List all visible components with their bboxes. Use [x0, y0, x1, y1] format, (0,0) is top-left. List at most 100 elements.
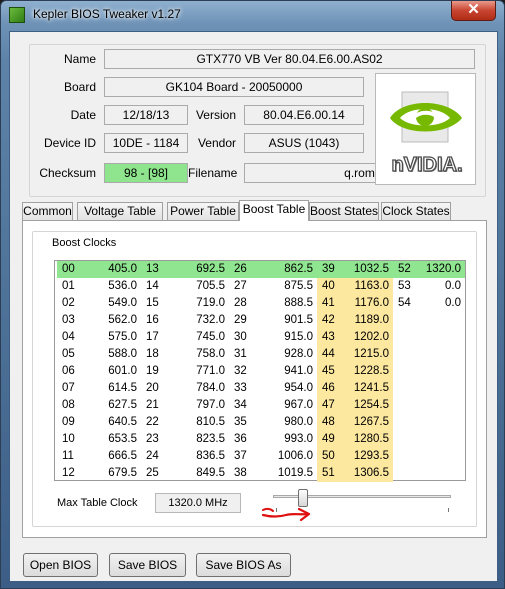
boost-entry-clock[interactable]: 1202.0	[337, 329, 393, 346]
boost-entry-clock[interactable]: 901.5	[269, 312, 317, 329]
boost-entry-clock[interactable]: 1032.5	[337, 261, 393, 278]
boost-entry-index: 02	[62, 297, 75, 309]
grid-index-column: 00 01 02 03 04 05 06 07 08 09 10 11 12	[57, 261, 95, 480]
boost-entry-clock[interactable]: 836.5	[181, 448, 229, 465]
save-bios-button[interactable]: Save BIOS	[109, 553, 186, 577]
boost-entry-clock[interactable]: 823.5	[181, 431, 229, 448]
boost-entry-clock[interactable]: 1163.0	[337, 278, 393, 295]
boost-entry-clock[interactable]: 1189.0	[337, 312, 393, 329]
boost-entry-clock[interactable]: 536.0	[95, 278, 141, 295]
date-label: Date	[70, 108, 96, 122]
boost-entry-clock[interactable]: 705.5	[181, 278, 229, 295]
boost-entry-clock[interactable]: 640.5	[95, 414, 141, 431]
boost-entry-clock[interactable]: 549.0	[95, 295, 141, 312]
boost-entry-clock[interactable]: 1019.5	[269, 465, 317, 482]
title-bar[interactable]: Kepler BIOS Tweaker v1.27 ✕	[1, 1, 504, 29]
version-label: Version	[195, 108, 236, 122]
boost-entry-clock[interactable]: 993.0	[269, 431, 317, 448]
boost-entry-clock[interactable]: 562.0	[95, 312, 141, 329]
open-bios-button[interactable]: Open BIOS	[23, 553, 98, 577]
boost-entry-clock[interactable]: 980.0	[269, 414, 317, 431]
app-icon	[9, 7, 25, 23]
boost-entry-clock[interactable]: 797.0	[181, 397, 229, 414]
nvidia-eye-icon	[390, 91, 462, 143]
boost-entry-clock[interactable]: 653.5	[95, 431, 141, 448]
boost-entry-clock[interactable]: 928.0	[269, 346, 317, 363]
boost-entry-clock[interactable]: 771.0	[181, 363, 229, 380]
boost-entry-clock[interactable]: 614.5	[95, 380, 141, 397]
date-field[interactable]: 12/18/13	[104, 105, 188, 125]
boost-entry-clock[interactable]: 692.5	[181, 261, 229, 278]
boost-entry-clock[interactable]: 1280.5	[337, 431, 393, 448]
vendor-field[interactable]: ASUS (1043)	[244, 133, 364, 153]
boost-entry-index: 24	[146, 450, 159, 462]
boost-entry-clock[interactable]: 941.0	[269, 363, 317, 380]
boost-entry-index: 17	[146, 331, 159, 343]
boost-entry-clock[interactable]: 1267.5	[337, 414, 393, 431]
boost-entry-clock[interactable]: 1306.5	[337, 465, 393, 482]
boost-entry-index: 08	[62, 399, 75, 411]
boost-entry-clock[interactable]: 784.0	[181, 380, 229, 397]
boost-entry-index: 53	[398, 280, 411, 292]
board-field[interactable]: GK104 Board - 20050000	[104, 77, 364, 97]
boost-entry-clock[interactable]: 719.0	[181, 295, 229, 312]
boost-entry-clock[interactable]: 1241.5	[337, 380, 393, 397]
boost-entry-clock[interactable]: 666.5	[95, 448, 141, 465]
boost-entry-index: 36	[234, 433, 247, 445]
boost-entry-clock[interactable]: 1215.0	[337, 346, 393, 363]
boost-entry-clock[interactable]: 810.5	[181, 414, 229, 431]
tab-boost-table[interactable]: Boost Table	[239, 200, 309, 221]
boost-entry-clock[interactable]: 601.0	[95, 363, 141, 380]
tab-voltage-table[interactable]: Voltage Table	[77, 202, 163, 220]
tab-common[interactable]: Common	[22, 202, 73, 220]
boost-entry-clock[interactable]: 849.5	[181, 465, 229, 482]
boost-entry-index: 39	[317, 261, 337, 278]
boost-entry-clock[interactable]: 862.5	[269, 261, 317, 278]
boost-entry-clock[interactable]: 1254.5	[337, 397, 393, 414]
nvidia-logo: nVIDIA.	[375, 73, 476, 185]
grid-value-column: 1032.5 1163.0 1176.0 1189.0 1202.0 1215.0 1228…	[337, 261, 393, 482]
boost-entry-clock[interactable]: 875.5	[269, 278, 317, 295]
boost-entry-clock[interactable]: 1006.0	[269, 448, 317, 465]
boost-entry-index: 41	[317, 295, 337, 312]
close-button[interactable]: ✕	[451, 1, 496, 21]
boost-clock-grid[interactable]: 00 01 02 03 04 05 06 07 08 09 10 11 12 405.0 536.0 549.…	[54, 260, 466, 482]
name-field[interactable]: GTX770 VB Ver 80.04.E6.00.AS02	[104, 49, 475, 69]
boost-entry-index: 28	[234, 297, 247, 309]
boost-entry-index: 25	[146, 467, 159, 479]
boost-entry-index: 49	[317, 431, 337, 448]
boost-entry-clock[interactable]: 1228.5	[337, 363, 393, 380]
boost-entry-clock[interactable]: 0.0	[419, 278, 465, 295]
boost-entry-clock[interactable]: 915.0	[269, 329, 317, 346]
boost-entry-clock[interactable]: 967.0	[269, 397, 317, 414]
boost-entry-clock[interactable]: 732.0	[181, 312, 229, 329]
boost-entry-clock[interactable]: 575.0	[95, 329, 141, 346]
tab-boost-states[interactable]: Boost States	[309, 202, 379, 220]
boost-entry-index: 35	[234, 416, 247, 428]
boost-entry-clock[interactable]: 745.0	[181, 329, 229, 346]
save-bios-as-button[interactable]: Save BIOS As	[196, 553, 291, 577]
boost-entry-clock[interactable]: 588.0	[95, 346, 141, 363]
boost-entry-clock[interactable]: 1176.0	[337, 295, 393, 312]
boost-entry-index: 32	[234, 365, 247, 377]
boost-entry-clock[interactable]: 1320.0	[419, 261, 465, 278]
boost-entry-index: 04	[62, 331, 75, 343]
window-title: Kepler BIOS Tweaker v1.27	[33, 7, 181, 21]
checksum-field[interactable]: 98 - [98]	[104, 163, 188, 183]
boost-entry-clock[interactable]: 954.0	[269, 380, 317, 397]
tab-clock-states[interactable]: Clock States	[381, 202, 451, 220]
tab-power-table[interactable]: Power Table	[167, 202, 239, 220]
grid-index-column: 52 53 54	[393, 261, 419, 480]
boost-entry-clock[interactable]: 758.0	[181, 346, 229, 363]
version-field[interactable]: 80.04.E6.00.14	[244, 105, 364, 125]
boost-entry-clock[interactable]: 679.5	[95, 465, 141, 482]
boost-entry-clock[interactable]: 405.0	[95, 261, 141, 278]
boost-entry-clock[interactable]: 627.5	[95, 397, 141, 414]
boost-entry-clock[interactable]: 888.5	[269, 295, 317, 312]
boost-entry-clock[interactable]: 0.0	[419, 295, 465, 312]
boost-entry-index: 38	[234, 467, 247, 479]
boost-entry-clock[interactable]: 1293.5	[337, 448, 393, 465]
device-id-field[interactable]: 10DE - 1184	[104, 133, 188, 153]
max-table-clock-value: 1320.0 MHz	[155, 493, 241, 513]
boost-entry-index: 20	[146, 382, 159, 394]
